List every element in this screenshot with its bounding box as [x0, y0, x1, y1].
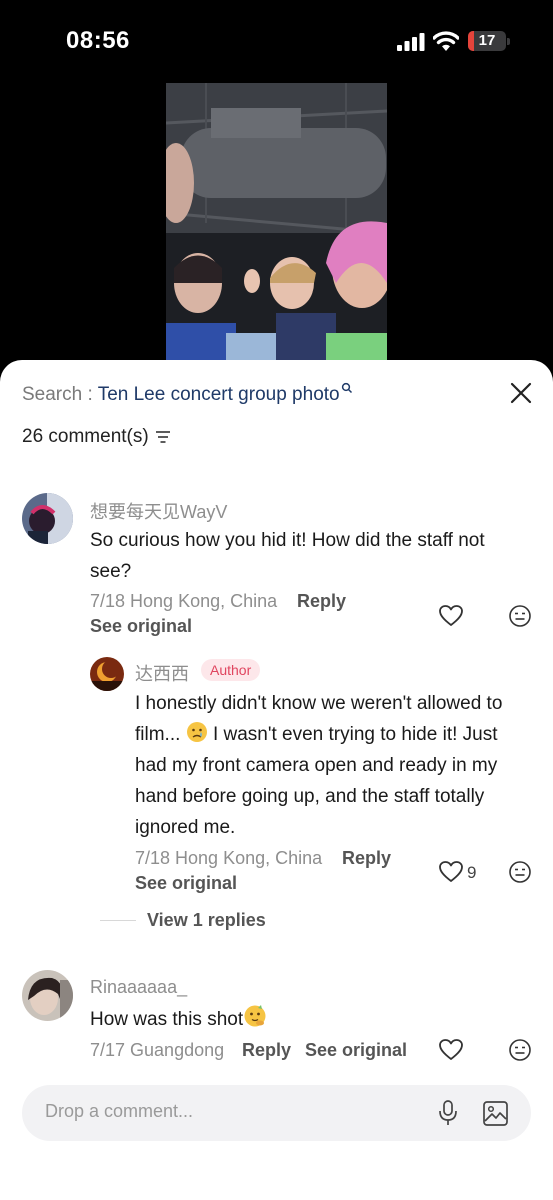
search-query[interactable]: Ten Lee concert group photo	[98, 384, 340, 405]
signal-icon	[397, 33, 425, 51]
heart-icon[interactable]	[438, 1037, 464, 1063]
thinking-face-icon	[244, 1005, 266, 1027]
author-reply-date-location: 7/18 Hong Kong, China	[135, 848, 323, 868]
view-replies-divider	[100, 920, 136, 921]
video-area[interactable]	[0, 80, 553, 380]
avatar[interactable]	[90, 657, 124, 691]
view-replies-button[interactable]: View 1 replies	[147, 910, 266, 931]
battery-level: 17	[478, 32, 496, 49]
close-icon[interactable]	[506, 378, 536, 408]
like-count: 9	[467, 863, 477, 882]
sort-icon[interactable]	[155, 430, 171, 444]
battery-icon: 17	[468, 31, 506, 51]
comment-username[interactable]: 想要每天见WayV	[90, 498, 227, 524]
author-badge: Author	[201, 659, 261, 681]
comment-count-label: 26 comment(s)	[22, 426, 149, 447]
heart-icon[interactable]	[438, 859, 464, 885]
comment-input-placeholder: Drop a comment...	[45, 1101, 194, 1121]
comment-count[interactable]: 26 comment(s)	[22, 426, 171, 448]
reply-button[interactable]: Reply	[242, 1040, 291, 1061]
status-time: 08:56	[66, 27, 130, 54]
reply-button[interactable]: Reply	[342, 848, 391, 869]
comment-date-location: 7/18 Hong Kong, China	[90, 591, 278, 611]
reply-button[interactable]: Reply	[297, 591, 346, 612]
search-icon	[341, 382, 352, 394]
comment-text: How was this shot	[90, 1004, 510, 1035]
emoji-reaction-icon[interactable]	[507, 1037, 533, 1063]
author-username[interactable]: 达西西	[135, 660, 189, 686]
comment-date-location: 7/17 Guangdong	[90, 1040, 225, 1060]
comment-username[interactable]: Rinaaaaaa_	[90, 977, 187, 998]
battery-cap	[507, 38, 510, 45]
status-bar: 08:56 17	[0, 0, 553, 80]
see-original-link[interactable]: See original	[135, 873, 237, 894]
microphone-icon[interactable]	[436, 1099, 460, 1127]
wifi-icon	[433, 31, 459, 51]
avatar[interactable]	[22, 970, 73, 1021]
search-suggestion[interactable]: Search : Ten Lee concert group photo	[22, 382, 353, 406]
avatar[interactable]	[22, 493, 73, 544]
comment-input[interactable]: Drop a comment...	[22, 1085, 531, 1141]
see-original-link[interactable]: See original	[90, 616, 192, 637]
comment-text-part: How was this shot	[90, 1009, 244, 1030]
heart-icon[interactable]	[438, 603, 464, 629]
image-icon[interactable]	[482, 1100, 509, 1127]
search-prefix: Search :	[22, 384, 98, 405]
comments-sheet: Search : Ten Lee concert group photo 26 …	[0, 360, 553, 1200]
crying-face-icon	[186, 722, 207, 742]
see-original-link[interactable]: See original	[305, 1040, 407, 1061]
emoji-reaction-icon[interactable]	[507, 603, 533, 629]
author-reply-text: I honestly didn't know we weren't allowe…	[135, 688, 530, 843]
video-thumbnail[interactable]	[166, 83, 387, 373]
comment-text: So curious how you hid it! How did the s…	[90, 530, 485, 582]
emoji-reaction-icon[interactable]	[507, 859, 533, 885]
